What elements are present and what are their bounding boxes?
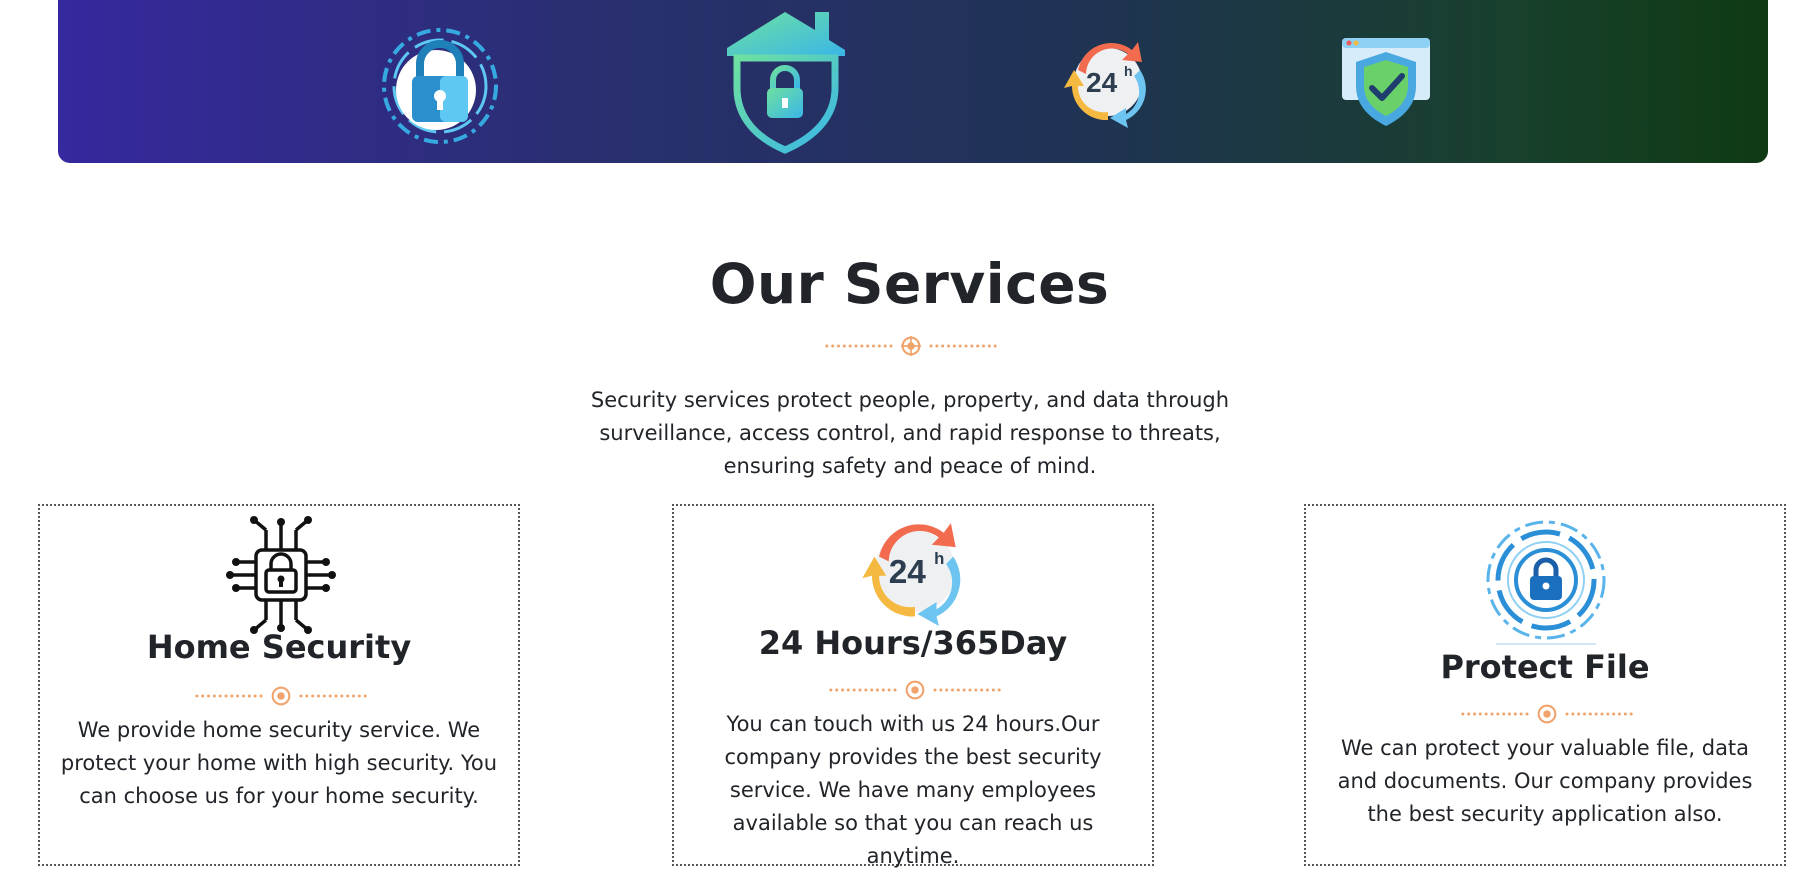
24-hours-icon: 24 h: [862, 523, 961, 626]
service-card-24-hours: 24 h 24 Hours/365Day You can touch with …: [672, 504, 1154, 868]
svg-text:24: 24: [1086, 67, 1118, 98]
house-shield-lock-icon: [727, 12, 845, 154]
card-divider: [1461, 704, 1633, 724]
svg-text:24: 24: [889, 554, 927, 591]
circuit-lock-icon: [226, 516, 336, 634]
card-title: Protect File: [1440, 648, 1650, 686]
browser-shield-check-icon: [1342, 38, 1430, 126]
card-divider: [195, 686, 367, 706]
card-title: 24 Hours/365Day: [758, 624, 1068, 662]
hero-banner: 24 h: [58, 0, 1768, 163]
24-hours-icon: 24 h: [1064, 42, 1146, 128]
service-card-protect-file: Protect File We can protect your valuabl…: [1304, 504, 1786, 866]
svg-text:h: h: [1124, 63, 1133, 79]
section-intro: Security services protect people, proper…: [590, 388, 1230, 478]
card-title: Home Security: [146, 628, 412, 666]
svg-text:h: h: [934, 549, 944, 568]
card-text: You can touch with us 24 hours.Our compa…: [724, 712, 1102, 868]
digital-padlock-icon: [1486, 520, 1606, 645]
card-text: We can protect your valuable file, data …: [1337, 736, 1753, 826]
card-text: We provide home security service. We pro…: [60, 718, 498, 808]
card-divider: [829, 680, 1001, 700]
circuit-padlock-icon: [382, 28, 498, 144]
service-card-home-security: Home Security We provide home security s…: [38, 504, 520, 866]
title-divider: [825, 336, 997, 356]
section-title: Our Services: [709, 252, 1110, 316]
